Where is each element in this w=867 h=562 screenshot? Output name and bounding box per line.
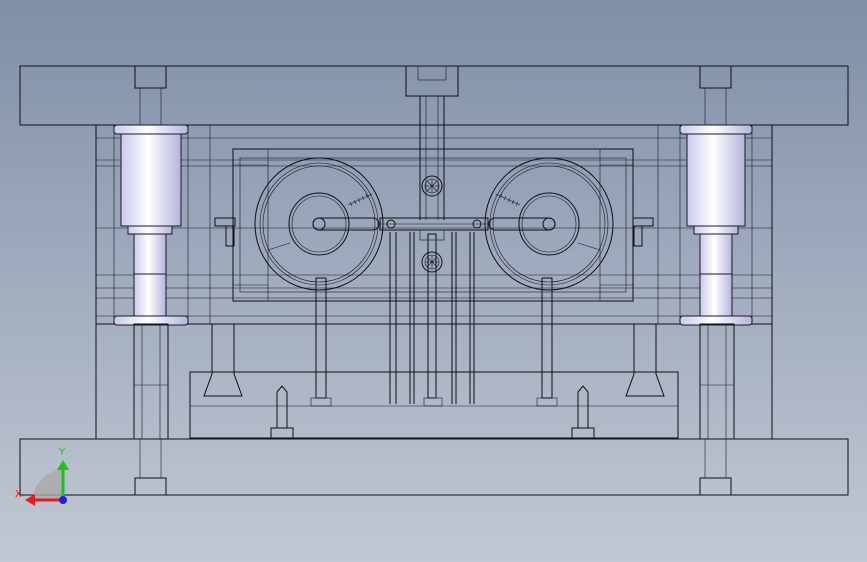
mold-assembly-drawing[interactable]: Y X <box>0 0 867 562</box>
triad-z-axis-icon <box>59 496 67 504</box>
right-cavity <box>484 157 614 291</box>
cavity-insert <box>232 148 634 302</box>
guide-pillar-right <box>679 124 753 326</box>
triad-y-arrow-icon <box>57 460 69 470</box>
sprue-bushing <box>405 65 459 220</box>
cad-graphics-viewport[interactable]: Y X <box>0 0 867 562</box>
triad-y-label: Y <box>58 447 66 458</box>
guide-pillar-left <box>113 124 189 326</box>
triad-x-arrow-icon <box>25 494 35 506</box>
triad-plane-icon <box>33 470 63 500</box>
bottom-clamp-plate <box>19 438 849 496</box>
triad-x-label: X <box>15 489 22 500</box>
left-cavity <box>254 157 384 291</box>
reference-triad[interactable]: Y X <box>15 447 69 506</box>
mold-plates <box>95 124 773 440</box>
ejector-section <box>133 217 735 440</box>
